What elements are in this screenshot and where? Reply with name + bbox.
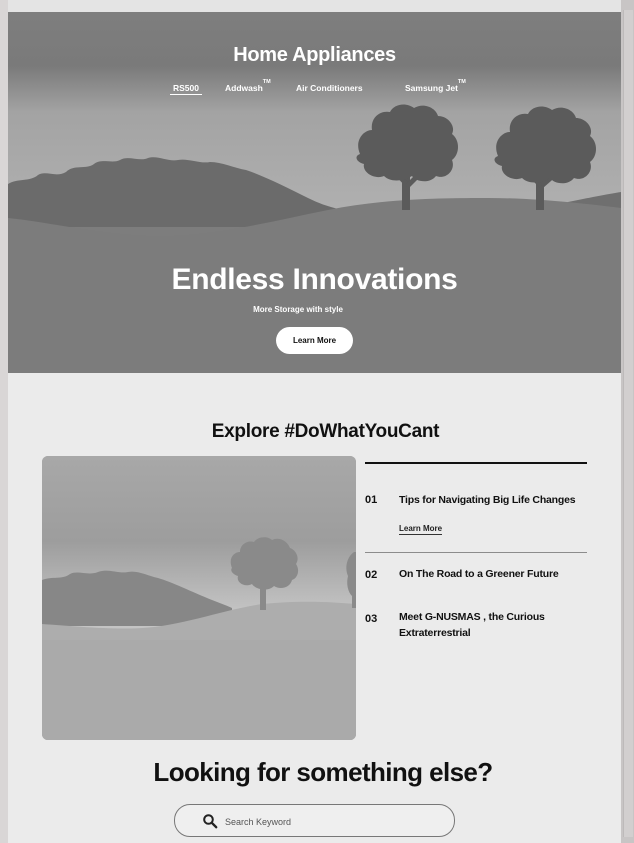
story-title[interactable]: Meet G-NUSMAS , the Curious Extraterrest…: [399, 609, 584, 641]
hero-headline: Endless Innovations: [171, 263, 458, 296]
story-number: 03: [365, 613, 378, 625]
trademark-mark: TM: [262, 79, 271, 85]
trademark-mark: TM: [457, 79, 466, 85]
tab-addwash[interactable]: AddwashTM: [225, 79, 271, 93]
hero-banner: Home Appliances RS500 AddwashTM Air Cond…: [8, 12, 621, 373]
tab-label: Samsung Jet: [405, 83, 458, 93]
tab-rs500[interactable]: RS500: [170, 83, 202, 95]
scrollbar[interactable]: [621, 0, 634, 843]
search-input[interactable]: [223, 811, 447, 832]
tab-air-conditioners[interactable]: Air Conditioners: [296, 83, 363, 93]
search-box[interactable]: [174, 804, 455, 837]
feature-image[interactable]: [42, 456, 356, 740]
tab-label: Air Conditioners: [296, 83, 363, 93]
story-number: 01: [365, 494, 378, 506]
story-title[interactable]: On The Road to a Greener Future: [399, 566, 584, 582]
story-number: 02: [365, 569, 378, 581]
divider: [365, 552, 587, 553]
hero-tab-bar: RS500 AddwashTM Air Conditioners Samsung…: [8, 79, 621, 104]
search-section-title: Looking for something else?: [153, 757, 493, 787]
tab-samsung-jet[interactable]: Samsung JetTM: [405, 79, 466, 93]
hero-subtitle: More Storage with style: [253, 305, 343, 314]
page: Home Appliances RS500 AddwashTM Air Cond…: [8, 0, 621, 843]
tab-label: Addwash: [225, 83, 263, 93]
feature-landscape-image: [42, 456, 356, 740]
hero-category-title: Home Appliances: [233, 44, 396, 66]
explore-section-title: Explore #DoWhatYouCant: [211, 421, 440, 442]
story-title[interactable]: Tips for Navigating Big Life Changes: [399, 492, 584, 508]
search-icon: [203, 814, 218, 829]
story-learn-more-link[interactable]: Learn More: [399, 524, 443, 535]
learn-more-button[interactable]: Learn More: [276, 327, 353, 354]
divider: [365, 462, 587, 464]
scrollbar-thumb[interactable]: [623, 10, 633, 837]
tab-label: RS500: [173, 83, 199, 93]
